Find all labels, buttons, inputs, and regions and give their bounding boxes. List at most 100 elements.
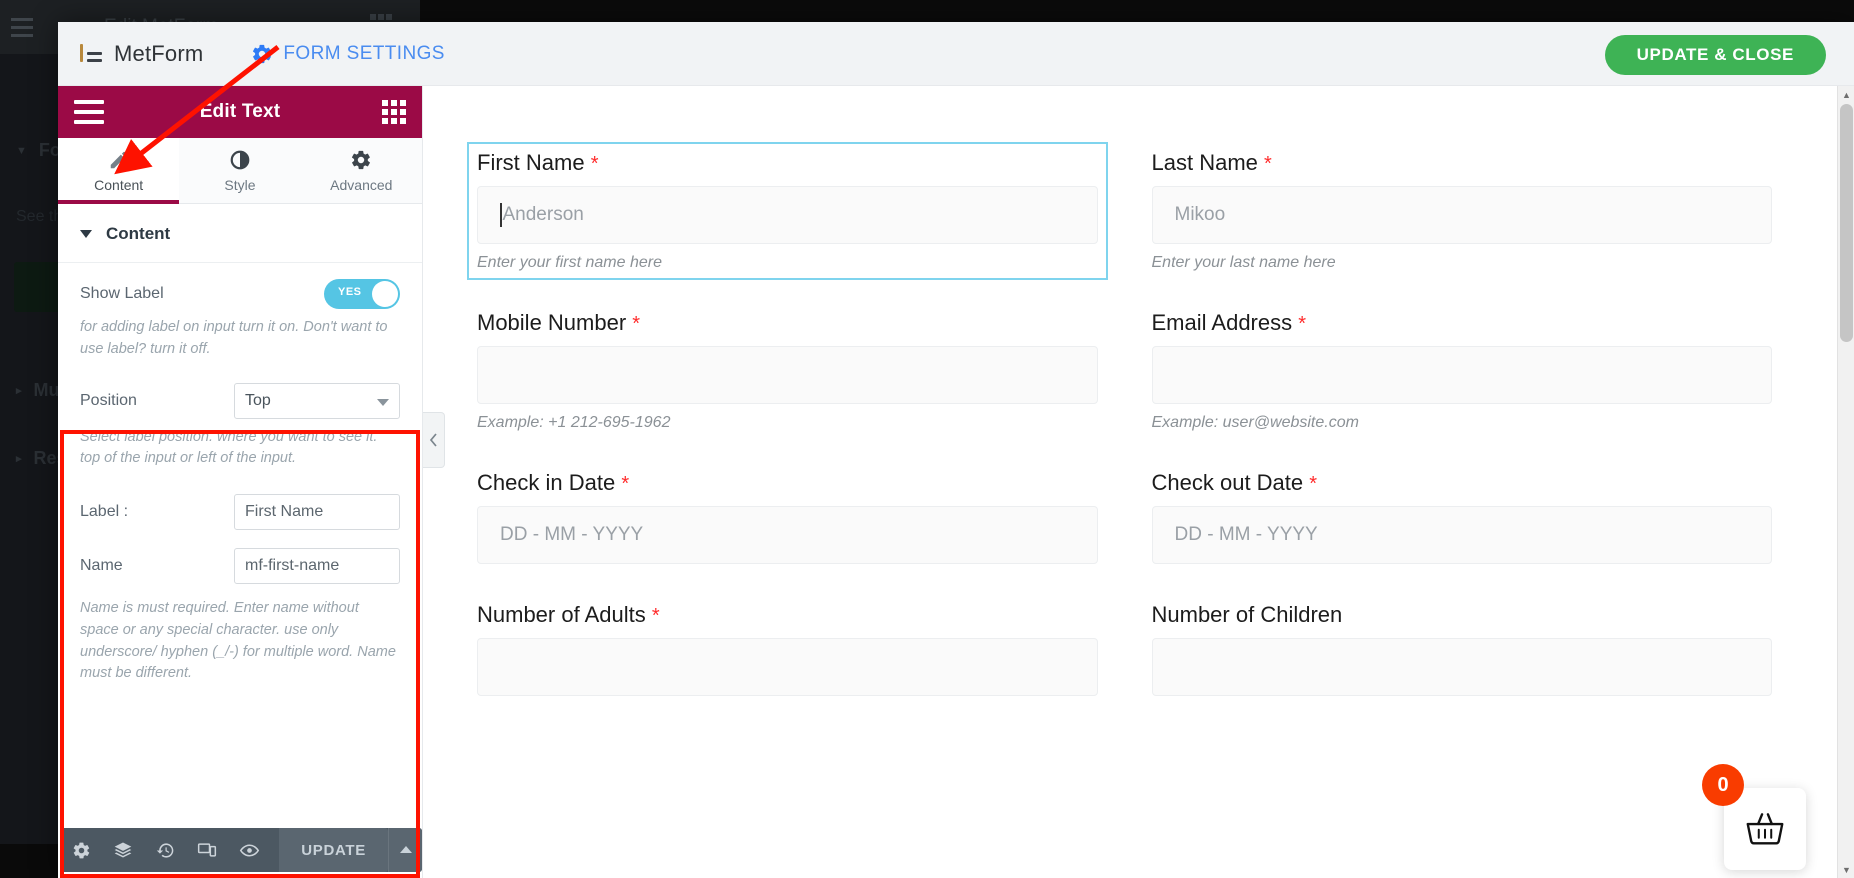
- field-input[interactable]: [1151, 346, 1772, 404]
- responsive-icon[interactable]: [186, 828, 228, 872]
- field-help-text: Example: +1 212-695-1962: [477, 414, 671, 431]
- field-input-value: Mikoo: [1174, 204, 1226, 225]
- form-field-check-out-date[interactable]: Check out Date * DD - MM - YYYY: [1144, 464, 1781, 570]
- metform-editor-modal: MetForm FORM SETTINGS UPDATE & CLOSE Edi…: [58, 22, 1854, 878]
- contrast-icon: [179, 147, 300, 173]
- list-icon: [80, 43, 102, 64]
- chevron-left-icon: [429, 433, 437, 447]
- show-label-toggle[interactable]: YES: [324, 279, 400, 309]
- cart-count-badge: 0: [1702, 764, 1744, 806]
- position-select-value: Top: [245, 391, 271, 409]
- field-input[interactable]: [477, 346, 1098, 404]
- show-label-label: Show Label: [80, 285, 164, 302]
- required-marker: *: [621, 473, 630, 495]
- field-name-label: Name: [80, 557, 123, 574]
- tab-advanced[interactable]: Advanced: [301, 138, 422, 203]
- form-field-number-of-children[interactable]: Number of Children: [1144, 596, 1781, 702]
- scroll-up-arrow-icon[interactable]: ▲: [1838, 86, 1854, 103]
- row-field-name: Name: [58, 530, 422, 584]
- scroll-down-arrow-icon[interactable]: ▼: [1838, 861, 1854, 878]
- form-field-email-address[interactable]: Email Address * Example: user@website.co…: [1144, 304, 1781, 438]
- field-input[interactable]: [1151, 638, 1772, 696]
- field-label-text: Email Address: [1151, 310, 1293, 335]
- field-input[interactable]: Mikoo: [1151, 186, 1772, 244]
- form-field-last-name[interactable]: Last Name * Mikoo Enter your last name h…: [1144, 144, 1781, 278]
- field-label-text: Check out Date: [1151, 470, 1304, 495]
- tab-style[interactable]: Style: [179, 138, 300, 203]
- field-input[interactable]: [477, 638, 1098, 696]
- chevron-down-icon: [377, 398, 389, 406]
- position-label: Position: [80, 391, 137, 409]
- panel-update-caret-icon[interactable]: [388, 828, 422, 872]
- hamburger-icon[interactable]: [74, 97, 108, 127]
- field-label-text: First Name: [477, 150, 585, 175]
- history-icon[interactable]: [144, 828, 186, 872]
- position-select[interactable]: Top: [234, 382, 400, 419]
- field-input[interactable]: DD - MM - YYYY: [477, 506, 1098, 564]
- grid-apps-icon[interactable]: [382, 100, 406, 124]
- content-section-header[interactable]: Content: [58, 204, 422, 263]
- form-field-mobile-number[interactable]: Mobile Number * Example: +1 212-695-1962: [469, 304, 1106, 438]
- field-help-text: Enter your first name here: [477, 254, 662, 271]
- required-marker: *: [651, 605, 660, 627]
- field-label: Mobile Number *: [477, 310, 1098, 336]
- editor-body: Edit Text Content Style Advanced Content…: [58, 86, 1854, 878]
- canvas-scrollbar[interactable]: ▲ ▼: [1837, 86, 1854, 878]
- form-field-first-name[interactable]: First Name * Anderson Enter your first n…: [467, 142, 1108, 280]
- background-section-res-caret: ▸: [16, 453, 22, 465]
- brand-title: MetForm: [114, 40, 204, 66]
- tab-content[interactable]: Content: [58, 138, 180, 204]
- text-cursor: [500, 203, 502, 227]
- field-label-text: Number of Adults: [477, 602, 646, 627]
- layers-icon[interactable]: [102, 828, 144, 872]
- form-field-number-of-adults[interactable]: Number of Adults *: [469, 596, 1106, 702]
- field-name-input[interactable]: [234, 548, 400, 584]
- gear-icon[interactable]: [60, 828, 102, 872]
- field-label: Check in Date *: [477, 470, 1098, 496]
- form-fields-grid: First Name * Anderson Enter your first n…: [423, 86, 1854, 728]
- required-marker: *: [1309, 473, 1318, 495]
- chevron-down-icon: [80, 230, 92, 238]
- background-section-mul-caret: ▸: [16, 385, 22, 397]
- field-label-text: Last Name: [1151, 150, 1258, 175]
- field-label: Email Address *: [1152, 310, 1773, 336]
- scrollbar-thumb[interactable]: [1840, 104, 1853, 342]
- required-marker: *: [1264, 153, 1272, 175]
- field-input[interactable]: DD - MM - YYYY: [1151, 506, 1772, 564]
- background-hamburger-icon: [0, 0, 44, 54]
- metform-header: MetForm FORM SETTINGS UPDATE & CLOSE: [58, 22, 1854, 86]
- eye-icon[interactable]: [228, 828, 270, 872]
- field-label-text: Number of Children: [1151, 602, 1343, 627]
- panel-footer-toolbar: UPDATE: [60, 828, 422, 872]
- required-marker: *: [1298, 313, 1307, 335]
- field-input[interactable]: Anderson: [477, 186, 1098, 244]
- field-input-value: Anderson: [502, 204, 584, 225]
- field-label: Last Name *: [1152, 150, 1773, 176]
- row-position: Position Top: [58, 361, 422, 419]
- field-label-label: Label :: [80, 503, 129, 520]
- form-field-check-in-date[interactable]: Check in Date * DD - MM - YYYY: [469, 464, 1106, 570]
- field-label: Check out Date *: [1152, 470, 1773, 496]
- tab-advanced-label: Advanced: [330, 177, 393, 193]
- update-and-close-button[interactable]: UPDATE & CLOSE: [1604, 35, 1826, 75]
- field-label-text: Check in Date: [477, 470, 616, 495]
- form-preview-canvas: First Name * Anderson Enter your first n…: [423, 86, 1854, 878]
- field-label: Number of Children: [1152, 602, 1773, 628]
- field-label-text: Mobile Number: [477, 310, 627, 335]
- cart-widget[interactable]: 0: [1702, 764, 1806, 870]
- panel-header: Edit Text: [58, 86, 422, 138]
- gear-icon: [253, 44, 272, 63]
- field-label-input[interactable]: [234, 494, 400, 530]
- background-section-form-caret: ▼: [16, 144, 27, 157]
- required-marker: *: [590, 153, 599, 175]
- field-name-description: Name is must required. Enter name withou…: [80, 600, 396, 682]
- required-marker: *: [632, 313, 641, 335]
- panel-title: Edit Text: [199, 101, 281, 122]
- panel-collapse-handle[interactable]: [423, 412, 445, 468]
- pencil-icon: [58, 147, 179, 173]
- panel-update-button[interactable]: UPDATE: [279, 828, 388, 872]
- form-settings-label: FORM SETTINGS: [283, 42, 445, 64]
- row-show-label: Show Label YES: [58, 263, 422, 309]
- form-settings-button[interactable]: FORM SETTINGS: [251, 43, 444, 65]
- position-description: Select label position. where you want to…: [80, 428, 378, 467]
